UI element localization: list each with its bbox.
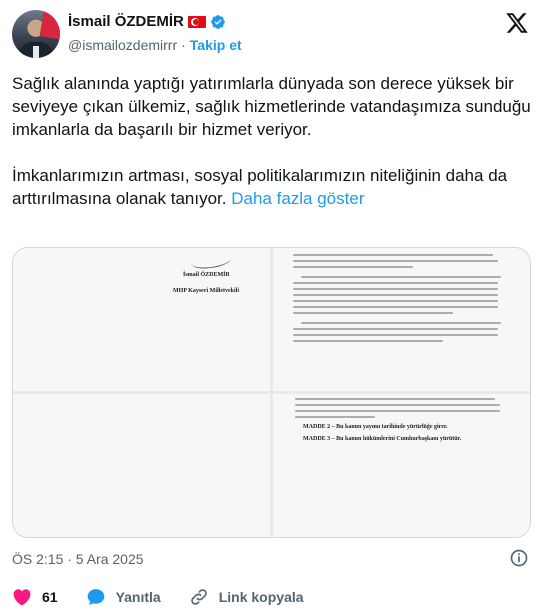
like-count: 61 [42, 589, 58, 605]
media-grid[interactable]: İsmail ÖZDEMİR MHP Kayseri Milletvekili … [12, 247, 531, 538]
document-signatory-title: MHP Kayseri Milletvekili [173, 288, 239, 294]
reply-label: Yanıtla [115, 589, 161, 605]
avatar[interactable] [12, 10, 60, 58]
tweet-header: İsmail ÖZDEMİR @ismailozdemirrr · Takip … [0, 0, 543, 68]
document-page-2[interactable] [273, 248, 530, 391]
x-logo-icon[interactable] [505, 11, 529, 35]
avatar-shirt-shape [33, 46, 39, 58]
author-name[interactable]: İsmail ÖZDEMİR [68, 13, 184, 30]
tweet-text: Sağlık alanında yaptığı yatırımlarla dün… [12, 72, 532, 233]
handle-row: @ismailozdemirrr · Takip et [68, 37, 242, 53]
verified-badge-icon [211, 14, 225, 29]
turkish-flag-icon [187, 15, 206, 28]
link-icon [190, 589, 207, 605]
document-page-3[interactable] [13, 394, 270, 537]
like-button[interactable]: 61 [12, 587, 58, 607]
reply-button[interactable]: Yanıtla [86, 587, 161, 607]
document-article-2: MADDE 2 – Bu kanun yayımı tarihinde yürü… [303, 424, 448, 430]
signature-mark [190, 251, 232, 271]
author-handle[interactable]: @ismailozdemirrr [68, 37, 177, 53]
document-page-4[interactable]: MADDE 2 – Bu kanun yayımı tarihinde yürü… [273, 394, 530, 537]
handle-separator: · [181, 37, 186, 53]
reply-bubble-icon [87, 589, 104, 605]
document-page-1[interactable]: İsmail ÖZDEMİR MHP Kayseri Milletvekili [13, 248, 270, 391]
document-signatory-name: İsmail ÖZDEMİR [183, 272, 230, 278]
tweet-paragraph-1: Sağlık alanında yaptığı yatırımlarla dün… [12, 74, 531, 139]
follow-button[interactable]: Takip et [190, 37, 242, 53]
info-icon[interactable] [509, 548, 529, 568]
copy-link-button[interactable]: Link kopyala [189, 587, 304, 607]
author-name-row: İsmail ÖZDEMİR [68, 13, 226, 30]
tweet-timestamp[interactable]: ÖS 2:15 · 5 Ara 2025 [12, 551, 144, 567]
avatar-flag-shape [39, 10, 60, 40]
action-bar: 61 Yanıtla Link kopyala [12, 587, 304, 607]
copy-link-label: Link kopyala [218, 589, 304, 605]
heart-icon [13, 589, 31, 606]
document-article-3: MADDE 3 – Bu kanun hükümlerini Cumhurbaş… [303, 436, 462, 442]
tweet-paragraph-2: İmkanlarımızın artması, sosyal politikal… [12, 164, 532, 210]
show-more-link[interactable]: Daha fazla göster [231, 189, 364, 208]
